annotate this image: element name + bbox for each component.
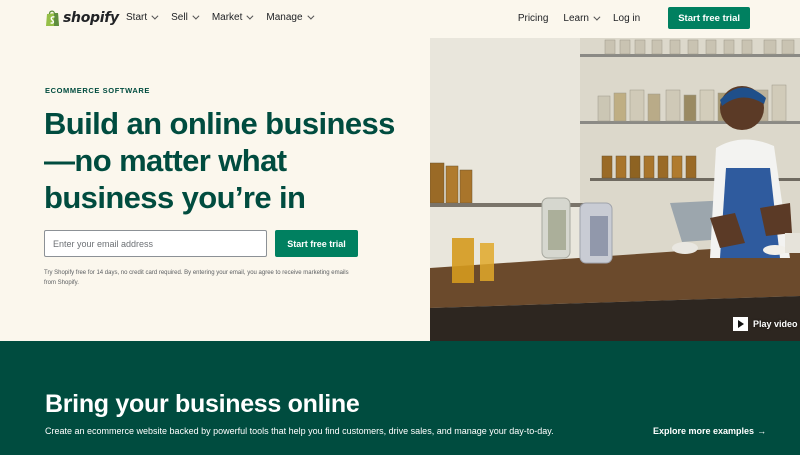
top-nav: shopify Start Sell Market Manage Pricing… (0, 0, 800, 38)
chevron-down-icon (306, 12, 314, 20)
hero-image: Play video (430, 38, 800, 341)
menu-market[interactable]: Market (211, 12, 254, 23)
play-icon (733, 317, 748, 331)
login-link[interactable]: Log in (613, 13, 640, 24)
hero-photo (430, 38, 800, 341)
hero-disclaimer: Try Shopify free for 14 days, no credit … (44, 270, 349, 286)
menu-label: Start (126, 12, 148, 23)
chevron-down-icon (192, 12, 200, 20)
menu-label: Sell (171, 12, 188, 23)
hero-start-trial-button[interactable]: Start free trial (275, 230, 358, 257)
chevron-down-icon (593, 13, 601, 21)
hero-headline: Build an online business—no matter what … (44, 106, 395, 215)
nav-start-trial-button[interactable]: Start free trial (668, 7, 750, 29)
band-subtitle: Create an ecommerce website backed by po… (45, 426, 554, 436)
feature-band: Bring your business online Create an eco… (0, 341, 800, 455)
play-video-label: Play video (753, 319, 798, 329)
explore-examples-link[interactable]: Explore more examples → (653, 426, 766, 436)
arrow-right-icon: → (757, 426, 767, 436)
shopping-bag-icon (46, 10, 59, 26)
chevron-down-icon (151, 12, 159, 20)
link-label: Explore more examples (653, 426, 755, 436)
nav-right: Pricing Learn Log in Start free trial (518, 7, 750, 29)
menu-label: Manage (266, 12, 303, 23)
email-input[interactable]: Enter your email address (44, 230, 267, 257)
pricing-link[interactable]: Pricing (518, 13, 549, 24)
logo-wordmark: shopify (63, 10, 119, 26)
menu-label: Market (211, 12, 243, 23)
hero-eyebrow: ECOMMERCE SOFTWARE (45, 86, 150, 95)
main-menu: Start Sell Market Manage (126, 12, 327, 23)
menu-label: Learn (563, 12, 589, 24)
learn-menu[interactable]: Learn (563, 12, 601, 24)
play-video-button[interactable]: Play video (733, 317, 798, 331)
menu-start[interactable]: Start (126, 12, 159, 23)
menu-sell[interactable]: Sell (171, 12, 200, 23)
shopify-logo[interactable]: shopify (45, 9, 119, 27)
chevron-down-icon (246, 12, 254, 20)
menu-manage[interactable]: Manage (266, 12, 314, 23)
band-title: Bring your business online (45, 390, 360, 418)
